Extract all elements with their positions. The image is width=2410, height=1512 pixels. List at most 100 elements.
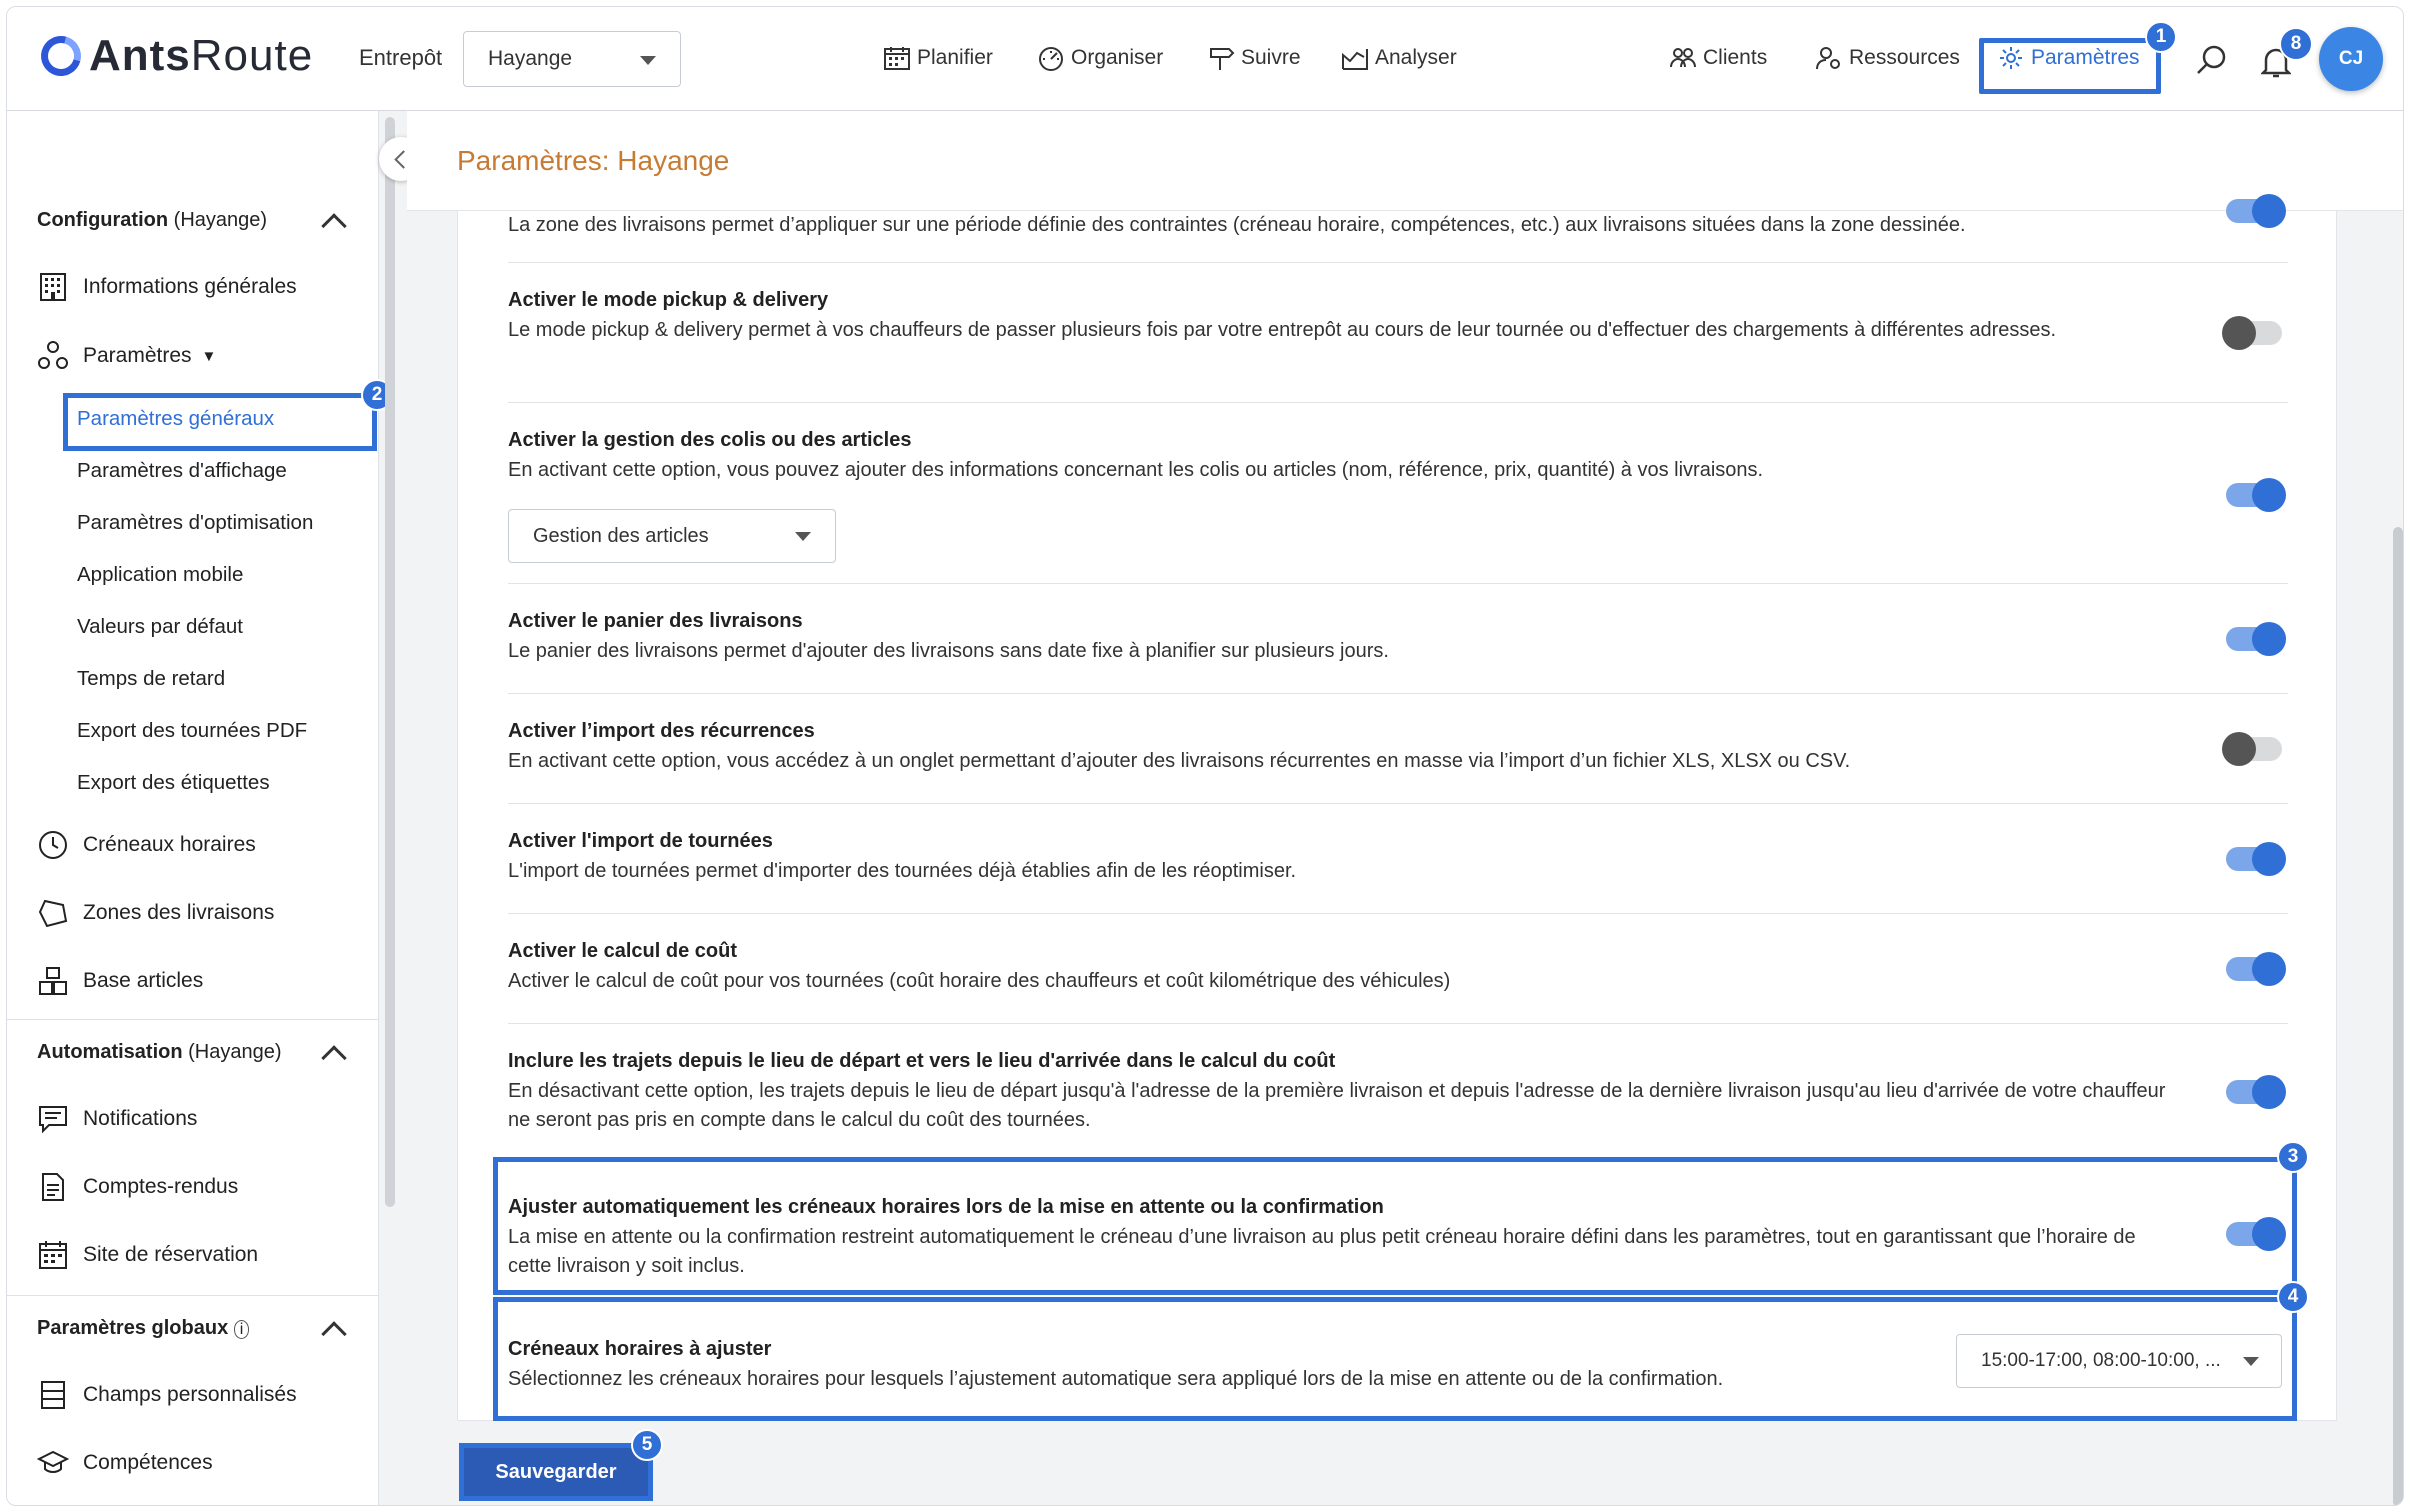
setting-title: Activer le panier des livraisons	[508, 610, 803, 632]
setting-toggle[interactable]	[2226, 1075, 2286, 1109]
save-button[interactable]: Sauvegarder	[459, 1443, 653, 1501]
toggle-knob	[2222, 316, 2256, 350]
sidebar-item-label: Zones des livraisons	[83, 901, 275, 924]
search-icon[interactable]	[2195, 43, 2229, 77]
building-icon	[40, 273, 66, 301]
highlight-box-1	[1979, 38, 2161, 94]
sidebar-subitem-optimisation[interactable]: Paramètres d'optimisation	[77, 511, 313, 535]
sidebar-item-notifications[interactable]: Notifications	[37, 1103, 197, 1135]
page-title: Paramètres: Hayange	[457, 145, 730, 176]
setting-title: Activer la gestion des colis ou des arti…	[508, 429, 912, 451]
sidebar-item-label: Notifications	[83, 1107, 198, 1130]
app-window: AntsRoute Entrepôt Hayange Planifier Org…	[6, 6, 2404, 1506]
sidebar-item-site-reservation[interactable]: Site de réservation	[37, 1239, 258, 1271]
nav-suivre[interactable]: Suivre	[1207, 45, 1301, 71]
setting-toggle[interactable]	[2226, 952, 2286, 986]
brand-name-part1: Ants	[89, 31, 191, 80]
nav-analyser-label: Analyser	[1375, 46, 1457, 69]
sidebar-scrollbar[interactable]	[385, 117, 395, 1207]
setting-row-import-tournees: Activer l'import de tournées L'import de…	[508, 804, 2288, 914]
section-automatisation-label: Automatisation	[37, 1041, 183, 1063]
boxes-icon	[39, 967, 67, 995]
warehouse-value: Hayange	[488, 47, 573, 70]
nav-suivre-label: Suivre	[1241, 46, 1301, 69]
setting-row-calcul-cout: Activer le calcul de coût Activer le cal…	[508, 914, 2288, 1024]
chevron-up-icon[interactable]	[321, 213, 347, 239]
sidebar-subitem-affichage[interactable]: Paramètres d'affichage	[77, 459, 287, 483]
setting-row-colis-articles: Activer la gestion des colis ou des arti…	[508, 403, 2288, 584]
nav-ressources-label: Ressources	[1849, 46, 1960, 69]
notification-count-badge: 8	[2279, 27, 2313, 61]
sidebar-item-label: Créneaux horaires	[83, 833, 256, 856]
articles-mode-select[interactable]: Gestion des articles	[508, 509, 836, 563]
setting-title: Activer l'import de tournées	[508, 830, 773, 852]
setting-toggle[interactable]	[2226, 842, 2286, 876]
sidebar-subitem-export-pdf[interactable]: Export des tournées PDF	[77, 719, 307, 743]
user-gear-icon	[1816, 47, 1840, 70]
section-global-label: Paramètres globaux	[37, 1317, 229, 1339]
setting-toggle[interactable]	[2222, 732, 2282, 766]
caret-down-icon: ▼	[201, 347, 217, 365]
sidebar-subitem-valeurs-defaut[interactable]: Valeurs par défaut	[77, 615, 243, 639]
sidebar-item-creneaux[interactable]: Créneaux horaires	[37, 829, 256, 861]
toggle-knob	[2252, 622, 2286, 656]
setting-toggle[interactable]	[2226, 622, 2286, 656]
highlight-box-4	[493, 1297, 2297, 1421]
setting-toggle[interactable]	[2222, 316, 2282, 350]
sidebar-subitem-export-etiquettes[interactable]: Export des étiquettes	[77, 771, 270, 795]
setting-title: Activer le mode pickup & delivery	[508, 289, 829, 311]
toggle-knob	[2252, 194, 2286, 228]
sidebar-item-competences[interactable]: Compétences	[37, 1447, 213, 1479]
brand-logo[interactable]: AntsRoute	[33, 28, 313, 84]
setting-desc: Le panier des livraisons permet d'ajoute…	[508, 640, 1389, 662]
nav-ressources[interactable]: Ressources	[1815, 45, 1960, 71]
info-icon[interactable]: i	[233, 1320, 250, 1339]
section-automatisation[interactable]: Automatisation (Hayange)	[37, 1041, 282, 1064]
sidebar-divider	[7, 1295, 379, 1296]
setting-row-panier: Activer le panier des livraisons Le pani…	[508, 584, 2288, 694]
sidebar-item-parametres[interactable]: Paramètres ▼	[37, 340, 216, 372]
sidebar-subitem-application-mobile[interactable]: Application mobile	[77, 563, 243, 587]
clock-icon	[39, 831, 67, 859]
main-scrollbar[interactable]	[2393, 527, 2403, 1505]
setting-title: Activer l’import des récurrences	[508, 720, 815, 742]
sidebar-item-champs[interactable]: Champs personnalisés	[37, 1379, 297, 1411]
calendar-grid-icon	[39, 1241, 67, 1269]
warehouse-select[interactable]: Hayange	[463, 31, 681, 87]
setting-row-zones: La zone des livraisons permet d’applique…	[508, 194, 2288, 263]
setting-desc: En activant cette option, vous accédez à…	[508, 750, 1851, 772]
polygon-icon	[38, 899, 68, 928]
warehouse-label: Entrepôt	[359, 45, 443, 70]
setting-row-pickup-delivery: Activer le mode pickup & delivery Le mod…	[508, 263, 2288, 403]
sidebar-item-label: Champs personnalisés	[83, 1383, 297, 1406]
gauge-icon	[1039, 47, 1063, 71]
nav-analyser[interactable]: Analyser	[1341, 45, 1457, 71]
setting-toggle[interactable]	[2226, 478, 2286, 512]
user-avatar[interactable]: CJ	[2319, 27, 2383, 91]
sidebar-item-base-articles[interactable]: Base articles	[37, 965, 203, 997]
setting-title: Activer le calcul de coût	[508, 940, 737, 962]
nav-organiser[interactable]: Organiser	[1037, 45, 1163, 71]
sidebar-item-comptes-rendus[interactable]: Comptes-rendus	[37, 1171, 238, 1203]
setting-desc: Le mode pickup & delivery permet à vos c…	[508, 319, 2057, 341]
sidebar-divider	[7, 1019, 379, 1020]
sidebar-item-label: Paramètres	[83, 344, 192, 367]
nav-organiser-label: Organiser	[1071, 46, 1164, 69]
nav-planifier[interactable]: Planifier	[883, 45, 993, 71]
section-configuration[interactable]: Configuration (Hayange)	[37, 209, 267, 232]
sidebar-item-zones[interactable]: Zones des livraisons	[37, 897, 274, 929]
chevron-up-icon[interactable]	[321, 1321, 347, 1347]
sidebar-item-informations[interactable]: Informations générales	[37, 271, 297, 303]
sidebar-subitem-temps-retard[interactable]: Temps de retard	[77, 667, 225, 691]
setting-row-trajets-depart: Inclure les trajets depuis le lieu de dé…	[508, 1024, 2288, 1162]
setting-desc: En activant cette option, vous pouvez aj…	[508, 459, 1764, 481]
setting-toggle[interactable]	[2226, 194, 2286, 228]
nav-clients[interactable]: Clients	[1669, 45, 1767, 71]
highlight-box-2	[63, 393, 377, 451]
section-parametres-globaux[interactable]: Paramètres globaux i	[37, 1317, 250, 1340]
callout-badge-5: 5	[631, 1429, 663, 1461]
articles-mode-value: Gestion des articles	[533, 524, 709, 547]
sidebar-item-label: Comptes-rendus	[83, 1175, 239, 1198]
setting-row-import-recurrences: Activer l’import des récurrences En acti…	[508, 694, 2288, 804]
chevron-up-icon[interactable]	[321, 1045, 347, 1071]
